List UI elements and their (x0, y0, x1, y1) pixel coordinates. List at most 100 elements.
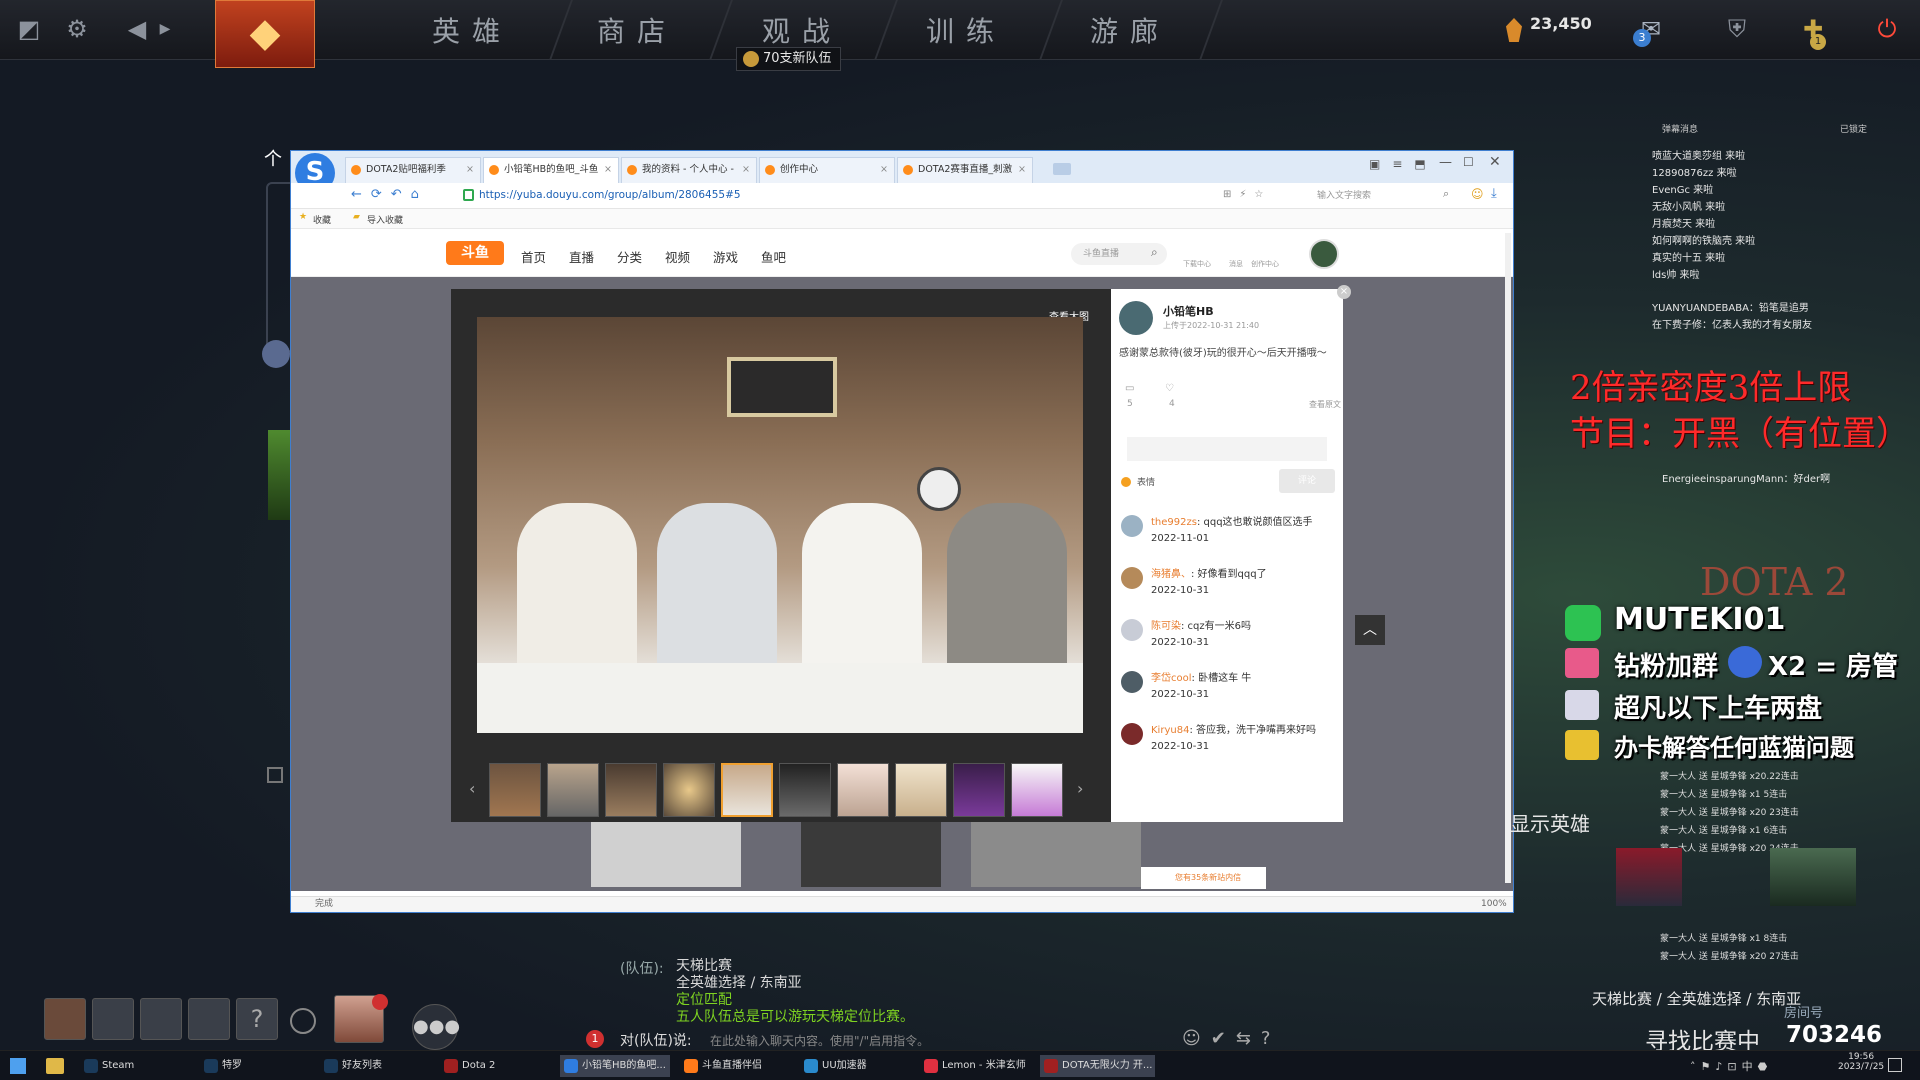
taskbar-special[interactable]: 特罗 (200, 1055, 310, 1077)
thumbnail-active[interactable] (721, 763, 773, 817)
bookmark-import[interactable]: 导入收藏 (367, 213, 403, 226)
like-icon[interactable]: ♡ (1165, 383, 1174, 394)
site-nav-video[interactable]: 视频 (665, 247, 690, 266)
reply-button[interactable]: 评论 (1279, 469, 1335, 493)
taskbar-browser[interactable]: 小铅笔HB的鱼吧... (560, 1055, 670, 1077)
site-nav-category[interactable]: 分类 (617, 247, 642, 266)
user-avatar[interactable] (1309, 239, 1339, 269)
site-nav-yuba[interactable]: 鱼吧 (761, 247, 786, 266)
nav-buttons-icons[interactable]: ←⟳↶⌂ (351, 187, 428, 202)
site-nav-game[interactable]: 游戏 (713, 247, 738, 266)
hero-slot[interactable] (188, 998, 230, 1040)
start-icon[interactable] (10, 1058, 26, 1074)
commenter-avatar[interactable] (1121, 515, 1143, 537)
nav-store[interactable]: 商店 (597, 10, 677, 50)
nav-arcade[interactable]: 游廊 (1090, 10, 1170, 50)
thumbnail[interactable] (1011, 763, 1063, 817)
taskbar-steam[interactable]: Steam (80, 1055, 190, 1077)
address-tools-icons[interactable]: ⊞⚡☆ (1223, 189, 1271, 200)
new-tab-button[interactable] (1053, 163, 1071, 175)
commenter-avatar[interactable] (1121, 567, 1143, 589)
thumbnail[interactable] (547, 763, 599, 817)
thumbnail[interactable] (489, 763, 541, 817)
left-checkbox[interactable] (267, 767, 283, 783)
tab-dota-live[interactable]: DOTA2赛事直播_刺激 × (897, 157, 1033, 183)
back-to-top-icon[interactable]: ︿ (1355, 615, 1385, 645)
thumbnail[interactable] (605, 763, 657, 817)
tab-yuba[interactable]: 小铅笔HB的鱼吧_斗鱼 × (483, 157, 619, 183)
site-search-icon[interactable]: ⌕ (1151, 245, 1158, 260)
new-teams-notice[interactable]: 70支新队伍 (736, 47, 841, 71)
hero-slot[interactable] (92, 998, 134, 1040)
nav-learn[interactable]: 训练 (926, 10, 1006, 50)
taskbar-friends[interactable]: 好友列表 (320, 1055, 430, 1077)
group-photo[interactable] (477, 317, 1083, 733)
messages-label[interactable]: 消息 (1229, 259, 1243, 269)
taskbar-music[interactable]: Lemon - 米津玄师 (920, 1055, 1035, 1077)
dota-plus-icon[interactable]: ◩ (14, 14, 44, 44)
tab-creator[interactable]: 创作中心 × (759, 157, 895, 183)
comment-icon[interactable]: ▭ (1125, 383, 1134, 394)
author-name[interactable]: 小铅笔HB (1163, 303, 1214, 319)
thumbnail[interactable] (663, 763, 715, 817)
unread-badge[interactable]: 1 (586, 1030, 604, 1048)
back-arrow-icon[interactable]: ◀ (122, 14, 152, 44)
download-center-label[interactable]: 下载中心 (1183, 259, 1211, 269)
hero-slot[interactable] (44, 998, 86, 1040)
emoji-label[interactable]: 表情 (1137, 475, 1155, 488)
thumbnail[interactable] (953, 763, 1005, 817)
author-avatar[interactable] (1119, 301, 1153, 335)
minimize-icon[interactable]: — (1439, 155, 1452, 170)
taskbar-dota2[interactable]: Dota 2 (440, 1055, 550, 1077)
party-icon[interactable]: ●●● (412, 1004, 460, 1050)
hero-slot[interactable] (140, 998, 182, 1040)
chat-input[interactable]: 在此处输入聊天内容。使用"/"启用指令。 (710, 1032, 929, 1049)
emoji-icon[interactable] (1121, 477, 1131, 487)
system-tray-icons[interactable]: ˄⚑♪⊡中⬣ (1690, 1058, 1772, 1074)
commenter-avatar[interactable] (1121, 723, 1143, 745)
window-tools-icons[interactable]: ▣≡⬒ (1369, 157, 1438, 171)
thumbnail[interactable] (779, 763, 831, 817)
close-modal-icon[interactable]: × (1337, 285, 1351, 299)
taskbar-dota-arcade[interactable]: DOTA无限火力 开... (1040, 1055, 1155, 1077)
notification-icon[interactable] (1888, 1058, 1902, 1072)
tab-dota-tieba[interactable]: DOTA2贴吧福利季 × (345, 157, 481, 183)
url-field[interactable]: https://yuba.douyu.com/group/album/28064… (479, 189, 741, 201)
maximize-icon[interactable]: ☐ (1463, 155, 1474, 169)
inbox-notice[interactable]: 您有35条新站内信 (1141, 867, 1266, 889)
site-nav-home[interactable]: 首页 (521, 247, 546, 266)
thumb-next-icon[interactable]: › (1077, 779, 1083, 798)
thumbnail[interactable] (837, 763, 889, 817)
thumb-prev-icon[interactable]: ‹ (469, 779, 475, 798)
commenter-avatar[interactable] (1121, 619, 1143, 641)
danmaku-lock[interactable]: 已锁定 (1840, 122, 1867, 135)
view-original-link[interactable]: 查看原文 (1309, 399, 1341, 410)
creator-center-label[interactable]: 创作中心 (1251, 259, 1279, 269)
help-icon[interactable]: ? (236, 998, 278, 1040)
site-nav-live[interactable]: 直播 (569, 247, 594, 266)
zoom-level[interactable]: 100% (1481, 897, 1507, 912)
clock[interactable]: 19:56 2023/7/25 (1838, 1052, 1884, 1072)
headset-icon[interactable] (290, 1008, 316, 1034)
power-icon[interactable]: ⏻ (1872, 14, 1902, 44)
download-icon[interactable]: ⤓ (1491, 186, 1497, 201)
comment-input[interactable] (1127, 437, 1327, 461)
page-scrollbar[interactable] (1505, 233, 1511, 883)
search-icon[interactable]: ⌕ (1443, 187, 1449, 201)
armory-icon[interactable]: ⛨ (1722, 14, 1752, 44)
thumbnail[interactable] (895, 763, 947, 817)
douyu-logo[interactable]: 斗鱼 (446, 241, 504, 265)
close-icon[interactable]: ✕ (1489, 154, 1501, 170)
dota-logo-home-button[interactable]: ◆ (215, 0, 315, 68)
tab-profile[interactable]: 我的资料 - 个人中心 - × (621, 157, 757, 183)
forward-arrow-icon[interactable]: ▶ (150, 14, 180, 44)
show-hero-label[interactable]: 显示英雄 (1510, 808, 1590, 837)
chat-tools-icons[interactable]: ☺✔⇆? (1182, 1028, 1280, 1049)
avatar[interactable] (262, 340, 290, 368)
settings-gear-icon[interactable]: ⚙ (62, 14, 92, 44)
commenter-avatar[interactable] (1121, 671, 1143, 693)
file-explorer-icon[interactable] (46, 1058, 64, 1074)
nav-heroes[interactable]: 英雄 (432, 10, 512, 50)
bookmark-favorites[interactable]: 收藏 (313, 213, 331, 226)
nav-watch[interactable]: 观战 (762, 10, 842, 50)
